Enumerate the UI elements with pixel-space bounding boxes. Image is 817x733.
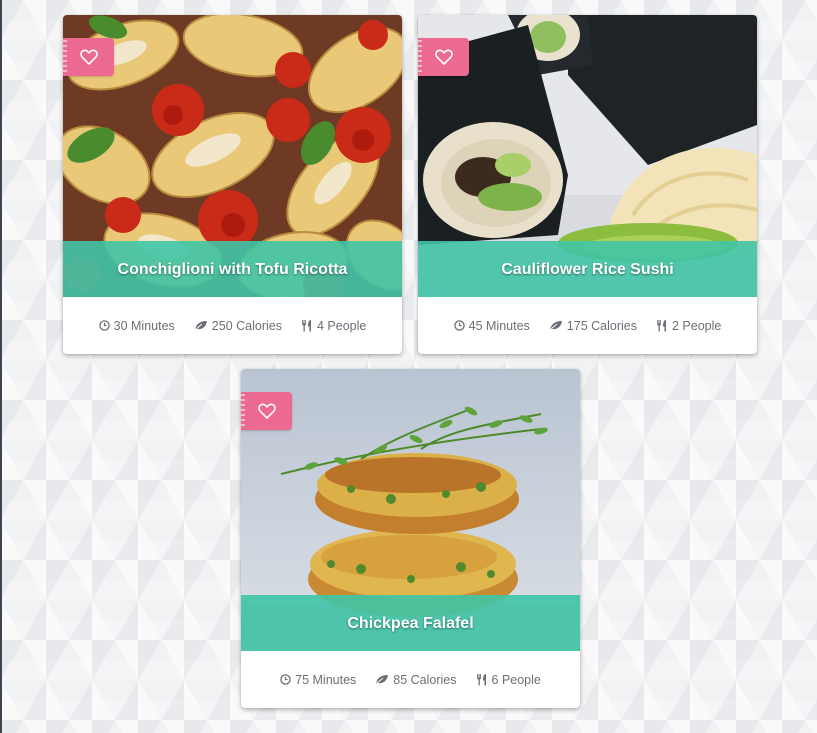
calories-text: 85 Calories <box>393 672 457 687</box>
calories-meta: 175 Calories <box>549 319 637 333</box>
recipe-meta: 30 Minutes 250 Calories 4 People <box>63 297 402 354</box>
time-meta: 75 Minutes <box>280 673 356 687</box>
recipe-card-falafel[interactable]: Chickpea Falafel 75 Minutes 85 Calories … <box>241 369 580 708</box>
people-text: 6 People <box>491 672 541 687</box>
favorite-button[interactable] <box>241 392 292 430</box>
window-edge <box>0 0 2 733</box>
time-meta: 45 Minutes <box>453 318 530 333</box>
favorite-button[interactable] <box>418 38 469 76</box>
time-text: 30 Minutes <box>113 318 175 333</box>
people-meta: 4 People <box>301 319 366 333</box>
recipe-title[interactable]: Cauliflower Rice Sushi <box>501 261 673 279</box>
calories-text: 250 Calories <box>211 318 282 333</box>
cutlery-icon <box>476 674 486 686</box>
clock-icon <box>280 674 291 685</box>
people-meta: 6 People <box>476 673 541 687</box>
leaf-icon <box>194 321 207 331</box>
recipe-title-band: Conchiglioni with Tofu Ricotta <box>63 241 402 297</box>
cutlery-icon <box>656 320 666 332</box>
heart-icon <box>79 49 98 65</box>
people-meta: 2 People <box>656 319 721 333</box>
recipe-card-conchiglioni[interactable]: Conchiglioni with Tofu Ricotta 30 Minute… <box>63 15 402 354</box>
time-text: 45 Minutes <box>468 318 530 333</box>
clock-icon <box>98 320 110 331</box>
leaf-icon <box>375 675 389 685</box>
recipe-title[interactable]: Conchiglioni with Tofu Ricotta <box>118 261 348 279</box>
recipe-card-sushi[interactable]: Cauliflower Rice Sushi 45 Minutes 175 Ca… <box>418 15 757 354</box>
calories-meta: 250 Calories <box>194 319 282 333</box>
time-meta: 30 Minutes <box>98 318 175 333</box>
calories-meta: 85 Calories <box>375 672 457 687</box>
recipe-meta: 75 Minutes 85 Calories 6 People <box>241 651 580 708</box>
heart-icon <box>434 49 453 65</box>
recipe-meta: 45 Minutes 175 Calories 2 People <box>418 297 757 354</box>
cutlery-icon <box>301 320 311 332</box>
favorite-button[interactable] <box>63 38 114 76</box>
people-text: 2 People <box>671 318 722 333</box>
heart-icon <box>257 403 276 419</box>
clock-icon <box>453 320 465 331</box>
time-text: 75 Minutes <box>295 672 357 687</box>
leaf-icon <box>549 321 562 331</box>
recipe-title-band: Chickpea Falafel <box>241 595 580 651</box>
calories-text: 175 Calories <box>566 318 637 333</box>
recipe-title[interactable]: Chickpea Falafel <box>347 615 473 633</box>
recipe-title-band: Cauliflower Rice Sushi <box>418 241 757 297</box>
people-text: 4 People <box>316 318 367 333</box>
